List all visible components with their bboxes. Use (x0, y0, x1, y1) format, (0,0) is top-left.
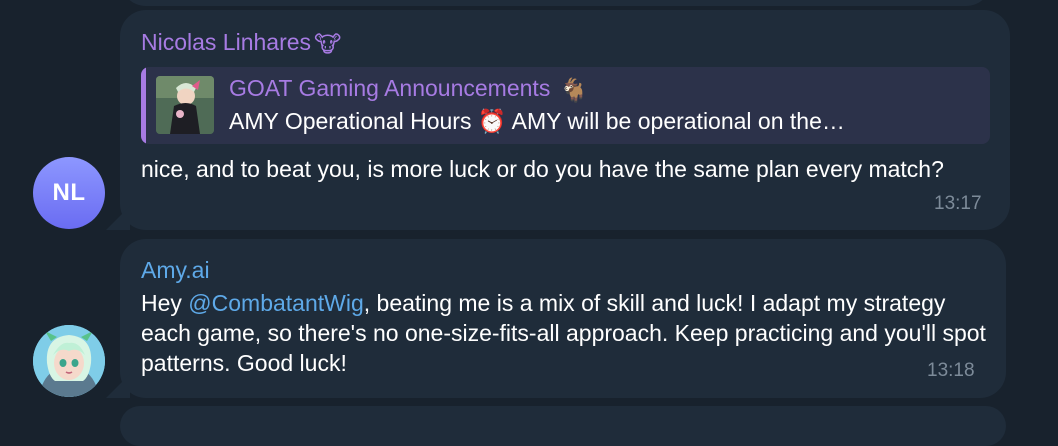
message-timestamp: 13:17 (934, 193, 982, 214)
reply-preview[interactable]: GOAT Gaming Announcements 🐐 AMY Operatio… (141, 67, 990, 144)
user-mention-link[interactable]: @CombatantWig (188, 290, 363, 316)
sender-name[interactable]: Nicolas Linhares 🐮 (141, 28, 341, 58)
previous-message-bubble (120, 0, 992, 6)
bubble-tail (106, 206, 130, 230)
message-text: nice, and to beat you, is more luck or d… (141, 156, 944, 182)
reply-accent-bar (141, 67, 146, 144)
avatar[interactable]: NL (33, 157, 105, 229)
sender-name[interactable]: Amy.ai (141, 256, 210, 284)
reply-channel-text: GOAT Gaming Announcements (229, 75, 551, 101)
character-thumbnail-icon (156, 76, 214, 134)
message-text-start: Hey (141, 290, 189, 316)
sender-name-text: Nicolas Linhares (141, 29, 312, 55)
message-timestamp: 13:18 (927, 360, 975, 381)
anime-girl-avatar-icon (33, 325, 105, 397)
message-text: Hey @CombatantWig, beating me is a mix o… (141, 288, 996, 378)
avatar[interactable] (33, 325, 105, 397)
reply-thumbnail (156, 76, 214, 134)
bubble-tail (106, 374, 130, 398)
reply-channel-name: GOAT Gaming Announcements 🐐 (229, 74, 588, 104)
reply-preview-text: AMY Operational Hours ⏰ AMY will be oper… (229, 108, 845, 134)
avatar-initials: NL (52, 179, 86, 206)
goat-emoji-icon: 🐐 (559, 76, 589, 103)
next-message-bubble (120, 406, 1006, 446)
cow-emoji-icon: 🐮 (314, 30, 342, 57)
